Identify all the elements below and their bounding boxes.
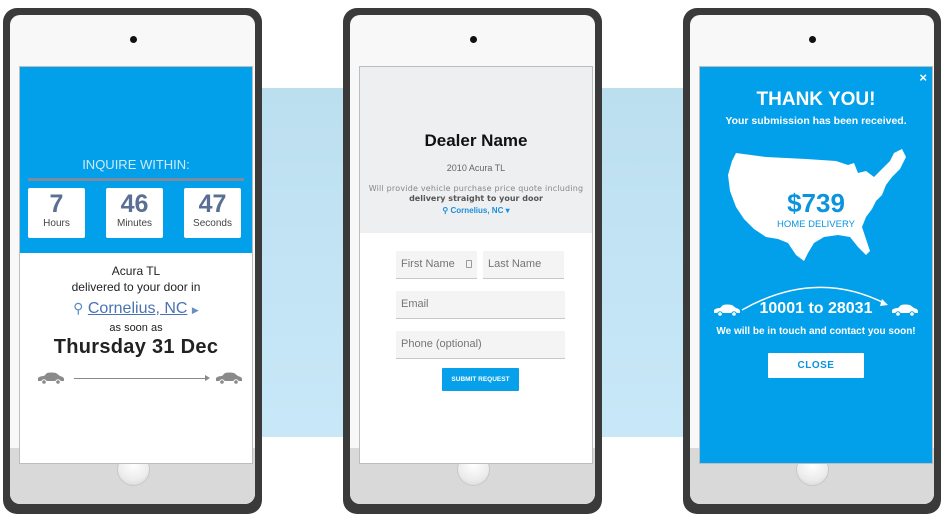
vehicle-name: 2010 Acura TL [446,163,506,173]
camera-icon [809,36,816,43]
countdown-header: INQUIRE WITHIN: 7 Hours 46 Minutes 47 Se… [20,67,252,253]
as-soon-as-text: as soon as [109,322,163,334]
timer-hours: 7 Hours [28,188,85,238]
delivery-price: $739 [787,188,845,218]
map-pin-icon: ⚲ [442,206,449,215]
screen-countdown: INQUIRE WITHIN: 7 Hours 46 Minutes 47 Se… [19,66,253,464]
screen-form: Dealer Name 2010 Acura TL Will provide v… [359,66,593,464]
car-icon [892,304,918,317]
first-name-field[interactable] [396,251,477,279]
car-icon [38,372,64,385]
phone-body: × THANK YOU! Your submission has been re… [690,15,934,504]
description-line1: Will provide vehicle purchase price quot… [368,184,584,193]
delivered-text: delivered to your door in [71,280,201,294]
location-link[interactable]: ⚲ Cornelius, NC ▶ [20,300,252,318]
background-band-left [262,88,348,437]
dealer-header: Dealer Name 2010 Acura TL Will provide v… [360,67,592,233]
contact-message: We will be in touch and contact you soon… [716,326,916,337]
phone-body: INQUIRE WITHIN: 7 Hours 46 Minutes 47 Se… [10,15,255,504]
email-field[interactable] [396,291,565,319]
timer-unit: Seconds [193,218,232,229]
camera-icon [129,36,137,43]
divider [28,178,244,181]
location-dropdown[interactable]: ⚲ Cornelius, NC ▾ [360,206,592,215]
timer-value: 46 [120,190,149,218]
location-text[interactable]: Cornelius, NC [88,300,188,317]
location-text: Cornelius, NC [450,206,504,215]
timer-value: 47 [198,190,227,218]
screen-thank-you: × THANK YOU! Your submission has been re… [699,66,933,464]
autofill-icon[interactable] [466,260,472,268]
thank-you-title: THANK YOU! [756,89,876,110]
close-button[interactable]: CLOSE [768,353,864,378]
submit-request-button[interactable]: SUBMIT REQUEST [442,368,519,391]
camera-icon [469,36,477,43]
caret-right-icon[interactable]: ▶ [192,305,199,315]
vehicle-name: Acura TL [111,264,161,278]
email-input[interactable] [401,298,560,310]
phone-countdown: INQUIRE WITHIN: 7 Hours 46 Minutes 47 Se… [3,8,262,514]
close-icon[interactable]: × [919,70,927,85]
delivery-info: Acura TL delivered to your door in ⚲ Cor… [20,253,252,359]
delivery-route [36,371,244,385]
phone-field[interactable] [396,331,565,359]
last-name-input[interactable] [488,258,559,270]
chevron-down-icon: ▾ [505,206,510,215]
timer-minutes: 46 Minutes [106,188,163,238]
home-delivery-label: HOME DELIVERY [777,219,855,230]
background-band-right [602,88,688,437]
inquire-within-label: INQUIRE WITHIN: [82,157,190,172]
description-line2: delivery straight to your door [409,194,543,203]
phone-input[interactable] [401,338,560,350]
delivery-date: Thursday 31 Dec [53,336,219,358]
timer-unit: Hours [43,218,70,229]
first-name-input[interactable] [401,258,472,270]
timer-value: 7 [49,190,64,218]
last-name-field[interactable] [483,251,564,279]
phone-request-form: Dealer Name 2010 Acura TL Will provide v… [343,8,602,514]
car-icon [216,372,242,385]
phone-confirmation: × THANK YOU! Your submission has been re… [683,8,941,514]
map-pin-icon: ⚲ [73,300,84,316]
timer-unit: Minutes [116,218,152,229]
route-arrow [74,375,210,381]
phone-body: Dealer Name 2010 Acura TL Will provide v… [350,15,595,504]
submission-received-text: Your submission has been received. [725,115,907,127]
dealer-name: Dealer Name [424,131,528,150]
timer-seconds: 47 Seconds [184,188,241,238]
